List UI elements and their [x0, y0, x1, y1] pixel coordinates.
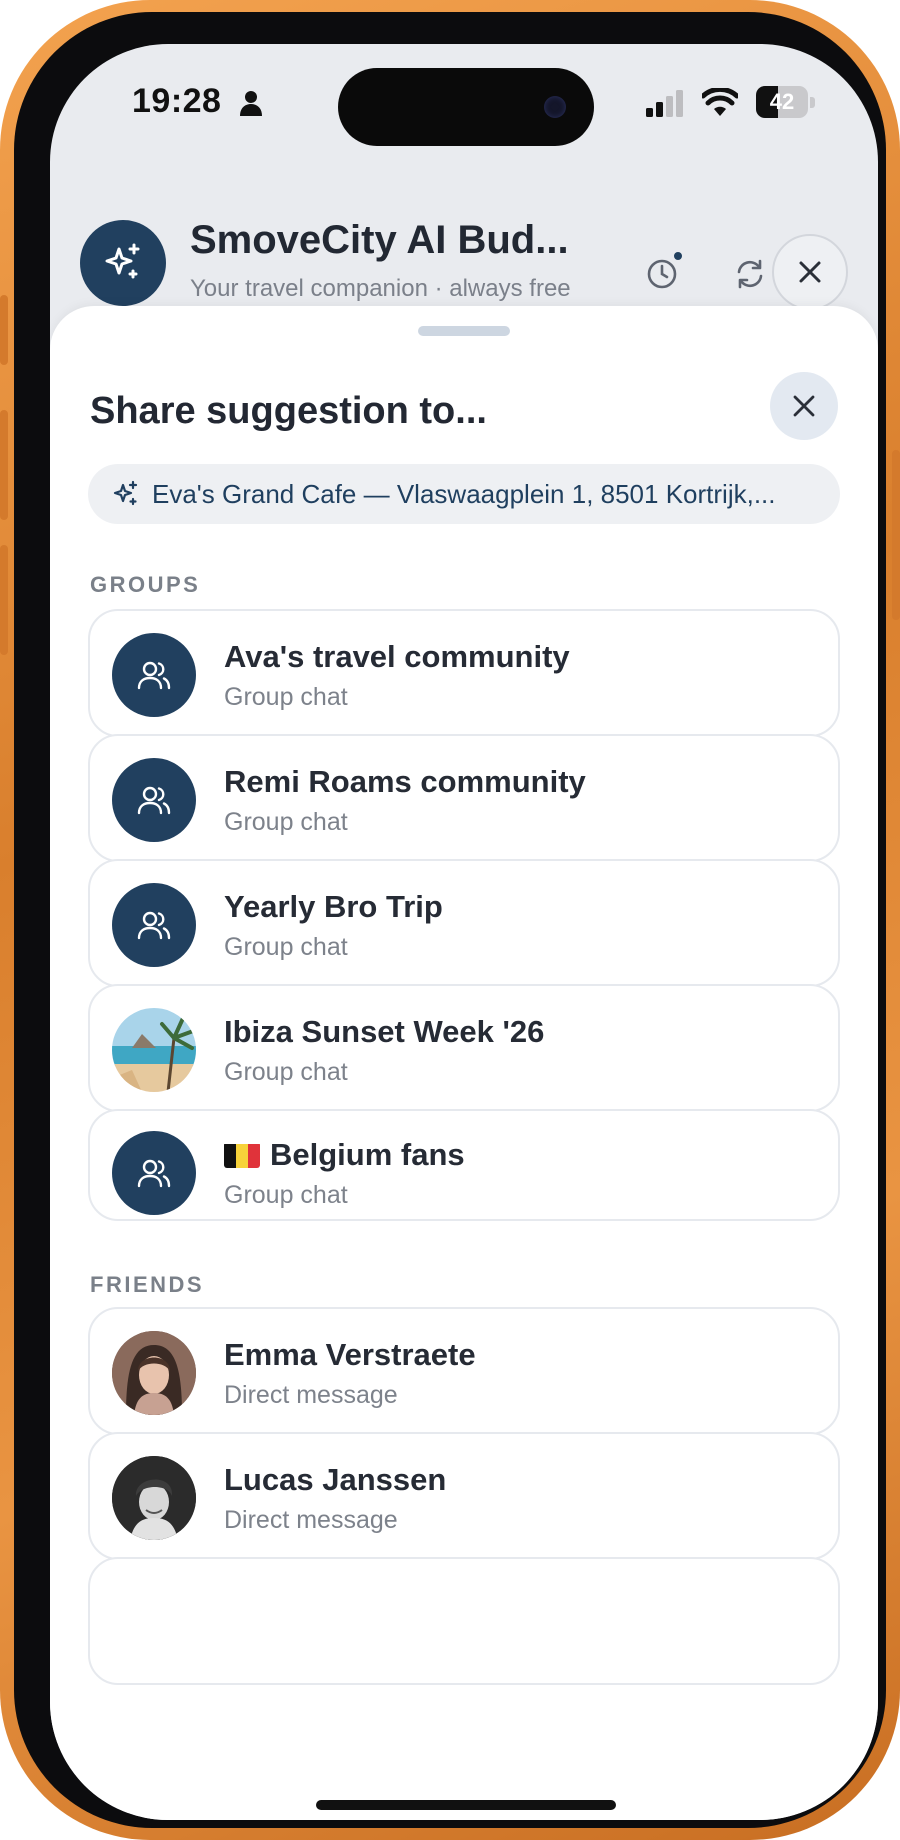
status-bar: 19:28 42	[50, 44, 878, 164]
group-name: Ibiza Sunset Week '26	[224, 1014, 545, 1049]
phone-bezel: 19:28 42 SmoveCity AI Bud... Your travel…	[14, 12, 886, 1828]
bot-avatar	[80, 220, 166, 306]
group-avatar	[112, 633, 196, 717]
groups-section-label: GROUPS	[90, 572, 201, 597]
group-icon	[137, 786, 171, 815]
group-item[interactable]: Ibiza Sunset Week '26 Group chat	[88, 984, 840, 1112]
group-photo	[112, 1008, 196, 1092]
profile-photo	[112, 1331, 196, 1415]
status-time: 19:28	[132, 82, 222, 120]
group-type: Group chat	[224, 683, 348, 711]
history-button[interactable]	[624, 236, 700, 312]
sparkles-icon	[105, 243, 140, 279]
group-type: Group chat	[224, 808, 348, 836]
dynamic-island	[338, 68, 594, 146]
phone-frame: 19:28 42 SmoveCity AI Bud... Your travel…	[0, 0, 900, 1840]
friends-section-label: FRIENDS	[90, 1272, 205, 1297]
belgium-flag-icon	[224, 1142, 260, 1168]
group-item[interactable]: Remi Roams community Group chat	[88, 734, 840, 862]
group-icon	[137, 1159, 171, 1188]
chat-subtitle: Your travel companion · always free	[190, 275, 571, 302]
volume-down-button	[0, 545, 8, 655]
action-button	[0, 295, 8, 365]
person-icon	[240, 91, 262, 116]
group-name-row: Belgium fans	[224, 1137, 465, 1173]
beach-photo	[112, 1008, 196, 1092]
sheet-title: Share suggestion to...	[90, 390, 487, 432]
group-name: Remi Roams community	[224, 764, 586, 799]
suggestion-text: Eva's Grand Cafe — Vlaswaagplein 1, 8501…	[152, 478, 776, 509]
screen: 19:28 42 SmoveCity AI Bud... Your travel…	[50, 44, 878, 1820]
home-indicator[interactable]	[316, 1800, 616, 1810]
volume-up-button	[0, 410, 8, 520]
battery-percent: 42	[769, 89, 795, 114]
group-avatar	[112, 1131, 196, 1215]
group-name: Ava's travel community	[224, 639, 570, 674]
share-sheet: Share suggestion to... Eva's Grand Cafe …	[50, 306, 878, 1820]
wifi-icon	[702, 88, 738, 116]
close-chat-button[interactable]	[772, 234, 848, 310]
sparkles-icon	[113, 480, 138, 506]
group-icon	[137, 911, 171, 940]
history-icon	[647, 259, 677, 289]
group-avatar	[112, 883, 196, 967]
friend-item[interactable]	[88, 1557, 840, 1685]
camera-icon	[544, 96, 566, 118]
group-item[interactable]: Belgium fans Group chat	[88, 1109, 840, 1221]
notification-dot	[672, 250, 684, 262]
group-avatar	[112, 758, 196, 842]
group-name: Belgium fans	[270, 1137, 465, 1172]
friend-item[interactable]: Emma Verstraete Direct message	[88, 1307, 840, 1435]
group-item[interactable]: Ava's travel community Group chat	[88, 609, 840, 737]
group-name: Yearly Bro Trip	[224, 889, 443, 924]
close-icon	[793, 395, 815, 417]
profile-photo	[112, 1456, 196, 1540]
close-icon	[799, 261, 821, 283]
power-button	[892, 450, 900, 620]
friend-avatar	[112, 1456, 196, 1540]
friend-name: Lucas Janssen	[224, 1462, 447, 1497]
friend-type: Direct message	[224, 1381, 398, 1409]
friend-type: Direct message	[224, 1506, 398, 1534]
cellular-signal-icon	[646, 90, 683, 117]
group-type: Group chat	[224, 933, 348, 961]
chat-title: SmoveCity AI Bud...	[190, 218, 569, 262]
friend-name: Emma Verstraete	[224, 1337, 476, 1372]
group-item[interactable]: Yearly Bro Trip Group chat	[88, 859, 840, 987]
suggestion-preview: Eva's Grand Cafe — Vlaswaagplein 1, 8501…	[88, 464, 840, 524]
group-type: Group chat	[224, 1058, 348, 1086]
battery-icon: 42	[756, 86, 816, 118]
group-icon	[137, 661, 171, 690]
friend-avatar	[112, 1331, 196, 1415]
sheet-grabber[interactable]	[418, 326, 510, 336]
refresh-icon	[737, 259, 763, 289]
friend-item[interactable]: Lucas Janssen Direct message	[88, 1432, 840, 1560]
sheet-close-button[interactable]	[770, 372, 838, 440]
group-type: Group chat	[224, 1181, 348, 1209]
